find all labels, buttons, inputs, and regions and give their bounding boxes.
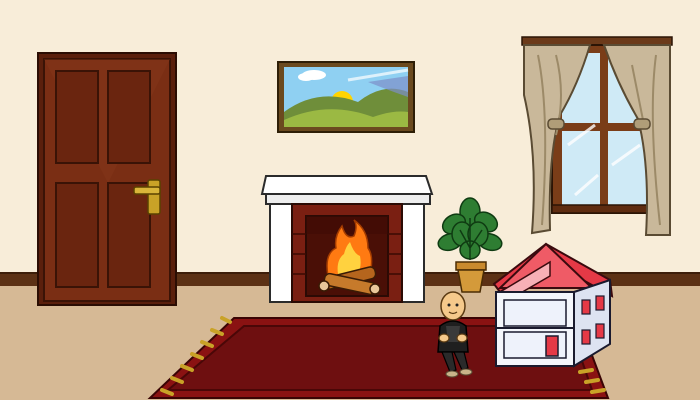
room-scene — [0, 0, 700, 400]
door[interactable] — [37, 52, 178, 307]
window-with-curtains[interactable] — [520, 35, 678, 245]
child-character[interactable] — [432, 290, 474, 380]
dollhouse[interactable] — [490, 240, 616, 370]
landscape-painting[interactable] — [277, 61, 416, 134]
fireplace[interactable] — [260, 174, 436, 306]
